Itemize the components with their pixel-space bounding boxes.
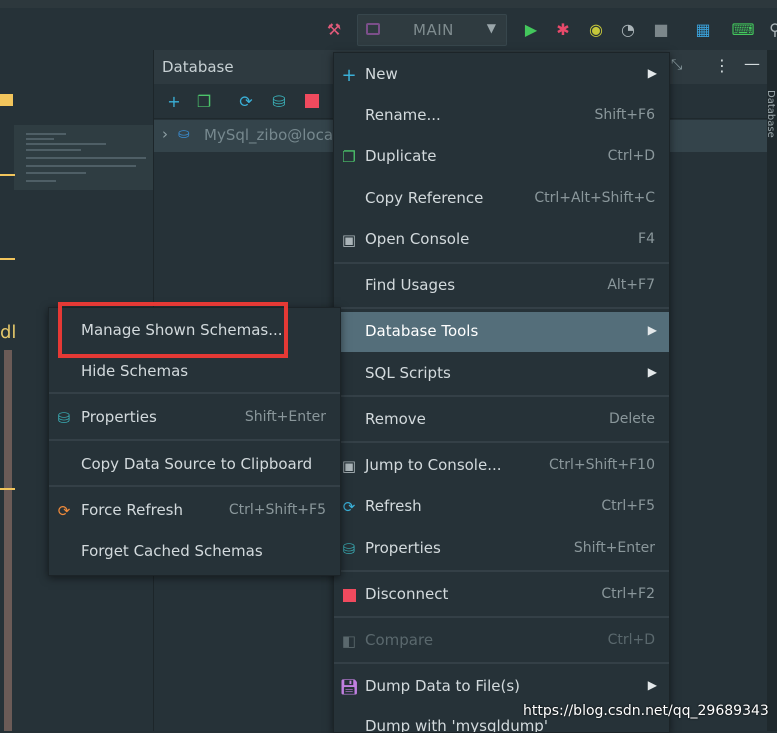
database-side-tab[interactable]: Database xyxy=(765,90,776,138)
search-icon[interactable]: ⚲ xyxy=(764,18,777,40)
refresh-icon: ⟳ xyxy=(57,502,71,520)
disconnect-icon xyxy=(340,586,358,604)
menu-separator xyxy=(334,262,669,264)
compare-icon: ◧ xyxy=(341,632,357,650)
run-config-label: MAIN xyxy=(413,21,454,39)
coverage-icon[interactable]: ◉ xyxy=(585,18,607,40)
menu-item-disconnect[interactable]: Disconnect Ctrl+F2 xyxy=(334,575,669,615)
menu-item-rename[interactable]: Rename... Shift+F6 xyxy=(334,96,669,136)
menu-separator xyxy=(334,395,669,397)
submenu-arrow-icon: ▶ xyxy=(647,323,657,337)
menu-separator xyxy=(334,441,669,443)
panel-title: Database xyxy=(162,58,234,76)
menu-item-copy-reference[interactable]: Copy Reference Ctrl+Alt+Shift+C xyxy=(334,179,669,219)
datasource-label: MySql_zibo@loca xyxy=(204,126,334,144)
hammer-icon[interactable]: ⚒ xyxy=(323,18,345,40)
menu-item-force-refresh[interactable]: ⟳ Force Refresh Ctrl+Shift+F5 xyxy=(49,491,340,531)
highlight-annotation-box xyxy=(58,302,288,358)
menu-item-open-console[interactable]: ▣ Open Console F4 xyxy=(334,220,669,260)
menu-item-properties[interactable]: ⛁ Properties Shift+Enter xyxy=(49,398,340,438)
menu-item-new[interactable]: + New ▶ xyxy=(334,55,669,95)
layout-icon[interactable]: ▦ xyxy=(692,18,714,40)
more-options-icon[interactable]: ⋮ xyxy=(714,56,730,75)
disconnect-icon[interactable] xyxy=(302,91,322,111)
menu-item-properties[interactable]: ⛁ Properties Shift+Enter xyxy=(334,529,669,569)
menu-item-duplicate[interactable]: ❐ Duplicate Ctrl+D xyxy=(334,137,669,177)
refresh-icon[interactable]: ⟳ xyxy=(236,91,256,111)
menu-separator xyxy=(49,485,340,487)
menu-separator xyxy=(49,392,340,394)
refresh-icon: ⟳ xyxy=(342,498,356,516)
watermark-text: https://blog.csdn.net/qq_29689343 xyxy=(523,703,769,719)
menu-item-refresh[interactable]: ⟳ Refresh Ctrl+F5 xyxy=(334,487,669,527)
submenu-arrow-icon: ▶ xyxy=(647,678,657,692)
menu-item-compare[interactable]: ◧ Compare Ctrl+D xyxy=(334,621,669,661)
right-tool-strip: Database xyxy=(765,50,777,731)
menu-item-find-usages[interactable]: Find Usages Alt+F7 xyxy=(334,266,669,306)
scroll-gutter xyxy=(4,350,12,731)
plus-icon: + xyxy=(341,64,357,86)
menu-item-dump-data[interactable]: 💾︎ Dump Data to File(s) ▶ xyxy=(334,667,669,707)
menu-separator xyxy=(334,616,669,618)
mysql-icon: ⛀ xyxy=(178,126,190,142)
menu-item-database-tools[interactable]: Database Tools ▶ xyxy=(334,312,669,352)
debug-icon[interactable]: ✱ xyxy=(552,18,574,40)
chevron-down-icon: ▼ xyxy=(486,21,496,35)
submenu-arrow-icon: ▶ xyxy=(647,66,657,80)
code-fragment: dl xyxy=(0,322,17,343)
config-icon xyxy=(366,23,380,35)
chevron-right-icon[interactable]: › xyxy=(162,125,168,143)
add-icon[interactable]: + xyxy=(164,91,184,111)
guide-line xyxy=(0,258,15,260)
properties-icon[interactable]: ⛁ xyxy=(269,91,289,111)
menu-item-forget-cached-schemas[interactable]: Forget Cached Schemas xyxy=(49,532,340,572)
menu-item-hide-schemas[interactable]: Hide Schemas xyxy=(49,352,340,392)
collapse-icon[interactable]: ⤡ xyxy=(671,57,682,73)
console-icon: ▣ xyxy=(341,457,357,475)
menu-item-copy-data-source[interactable]: Copy Data Source to Clipboard xyxy=(49,445,340,485)
bookmark-marker xyxy=(0,94,13,106)
menu-separator xyxy=(334,307,669,309)
menu-item-sql-scripts[interactable]: SQL Scripts ▶ xyxy=(334,354,669,394)
guide-line xyxy=(0,174,15,176)
toolbar-top-strip xyxy=(0,0,777,8)
copy-icon[interactable]: ❐ xyxy=(194,91,214,111)
menu-separator xyxy=(334,662,669,664)
terminal-icon[interactable]: ⌨ xyxy=(731,18,754,40)
minimize-icon[interactable]: — xyxy=(744,54,760,73)
menu-item-jump-to-console[interactable]: ▣ Jump to Console... Ctrl+Shift+F10 xyxy=(334,446,669,486)
save-icon: 💾︎ xyxy=(339,678,359,696)
submenu-arrow-icon: ▶ xyxy=(647,365,657,379)
context-menu: + New ▶ Rename... Shift+F6 ❐ Duplicate C… xyxy=(333,52,670,733)
stop-icon[interactable]: ■ xyxy=(650,18,672,40)
run-config-dropdown[interactable]: MAIN ▼ xyxy=(357,14,507,46)
minimap xyxy=(14,125,153,190)
properties-icon: ⛁ xyxy=(57,409,71,427)
profiler-icon[interactable]: ◔ xyxy=(617,18,639,40)
main-toolbar: ⚒ MAIN ▼ ▶ ✱ ◉ ◔ ■ ▦ ⌨ ⚲ xyxy=(0,0,777,50)
properties-icon: ⛁ xyxy=(342,540,356,558)
menu-separator xyxy=(49,439,340,441)
guide-line xyxy=(0,488,15,490)
duplicate-icon: ❐ xyxy=(342,148,356,166)
menu-item-remove[interactable]: Remove Delete xyxy=(334,400,669,440)
run-icon[interactable]: ▶ xyxy=(520,18,542,40)
console-icon: ▣ xyxy=(341,231,357,249)
menu-separator xyxy=(334,570,669,572)
